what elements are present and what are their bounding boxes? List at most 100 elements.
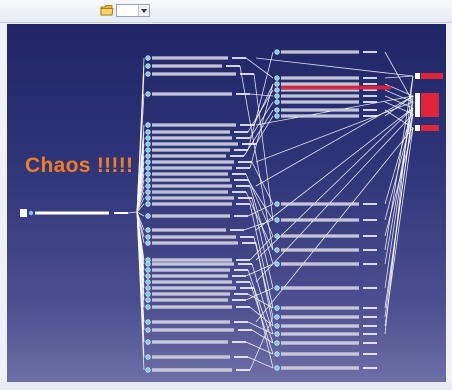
column-c-node[interactable] <box>415 99 439 105</box>
column-a-node[interactable] <box>145 159 252 165</box>
column-a-node[interactable] <box>145 261 252 267</box>
product-icon <box>145 261 151 267</box>
highlight-node-icon <box>415 105 420 111</box>
node-label-text <box>281 333 359 335</box>
node-tag <box>234 179 248 181</box>
column-c-node[interactable] <box>415 73 443 79</box>
column-a-node[interactable] <box>145 129 248 135</box>
node-tag <box>236 137 250 139</box>
node-label-bar <box>421 93 439 99</box>
graph-canvas[interactable]: Chaos !!!!! <box>7 24 446 382</box>
product-icon <box>145 171 151 177</box>
column-b-node[interactable] <box>274 49 377 55</box>
node-tag <box>363 316 377 318</box>
column-b-node[interactable] <box>274 107 377 113</box>
column-a-node[interactable] <box>145 319 248 325</box>
column-a-node[interactable] <box>145 135 250 141</box>
column-b-node[interactable] <box>274 93 377 99</box>
column-c-node[interactable] <box>415 111 439 117</box>
column-a-node[interactable] <box>145 291 248 297</box>
node-tag <box>234 131 248 133</box>
node-tag <box>363 325 377 327</box>
column-a-node[interactable] <box>145 177 248 183</box>
column-a-node[interactable] <box>145 63 240 69</box>
column-b-node[interactable] <box>274 340 377 346</box>
column-a-node[interactable] <box>145 339 246 345</box>
column-a-node[interactable] <box>145 171 246 177</box>
node-label-text <box>281 325 359 327</box>
column-a-node[interactable] <box>145 240 256 246</box>
column-a-node[interactable] <box>145 189 246 195</box>
column-b-node[interactable] <box>274 351 377 357</box>
column-b-node[interactable] <box>274 247 377 253</box>
column-a-node[interactable] <box>145 267 248 273</box>
column-b-node[interactable] <box>274 99 377 105</box>
column-a-node[interactable] <box>145 195 252 201</box>
node-label-text <box>152 73 236 75</box>
node-label-text <box>152 299 228 301</box>
column-a-node[interactable] <box>145 273 246 279</box>
node-tag <box>242 242 256 244</box>
column-b-node[interactable] <box>274 113 377 119</box>
node-label-text <box>152 236 236 238</box>
folder-icon[interactable] <box>100 3 114 17</box>
column-a-node[interactable] <box>145 367 250 373</box>
column-a-node[interactable] <box>145 201 250 207</box>
column-b-node[interactable] <box>274 285 377 291</box>
column-b-node[interactable] <box>274 201 377 207</box>
column-a-node[interactable] <box>145 122 254 128</box>
node-tag <box>363 287 377 289</box>
column-a-node[interactable] <box>145 234 254 240</box>
connector-line <box>243 109 274 157</box>
product-icon <box>274 261 280 267</box>
node-tag <box>240 287 254 289</box>
column-b-node[interactable] <box>274 314 377 320</box>
column-c-node[interactable] <box>415 125 439 131</box>
node-tag <box>363 235 377 237</box>
dropdown-arrow-icon[interactable] <box>138 5 149 16</box>
connector-line <box>247 51 274 151</box>
column-c-node[interactable] <box>415 105 439 111</box>
product-icon <box>145 91 151 97</box>
column-a-node[interactable] <box>145 304 250 310</box>
column-a-node[interactable] <box>145 71 254 77</box>
product-icon <box>145 165 151 171</box>
column-a-node[interactable] <box>145 285 254 291</box>
column-b-node[interactable] <box>274 261 377 267</box>
highlight-node-icon <box>415 111 420 117</box>
column-a-node[interactable] <box>145 165 250 171</box>
node-label-text <box>281 203 359 205</box>
node-label-text <box>281 219 359 221</box>
column-a-node[interactable] <box>145 153 244 159</box>
node-label-text <box>152 306 232 308</box>
column-a-node[interactable] <box>145 141 256 147</box>
node-label-bar <box>421 73 443 79</box>
column-b-node[interactable] <box>274 305 377 311</box>
column-b-node[interactable] <box>274 323 377 329</box>
column-a-node[interactable] <box>145 91 250 97</box>
column-a-node[interactable] <box>145 279 250 285</box>
chaos-annotation: Chaos !!!!! <box>25 154 134 177</box>
column-c-node[interactable] <box>415 93 439 99</box>
column-a-node[interactable] <box>145 183 250 189</box>
column-a-node[interactable] <box>145 354 248 360</box>
product-icon <box>274 75 280 81</box>
part-icon <box>20 209 27 217</box>
product-icon <box>145 55 151 61</box>
product-icon <box>145 339 151 345</box>
column-a-node[interactable] <box>145 213 248 219</box>
column-a-node[interactable] <box>145 227 244 233</box>
column-a-node[interactable] <box>145 55 246 61</box>
product-icon <box>28 210 34 216</box>
column-b-node[interactable] <box>274 217 377 223</box>
column-a-node[interactable] <box>145 297 246 303</box>
node-label-text <box>152 179 230 181</box>
column-a-node[interactable] <box>145 327 252 333</box>
column-b-node[interactable] <box>274 331 377 337</box>
column-a-node[interactable] <box>145 147 248 153</box>
column-b-node[interactable] <box>274 365 377 371</box>
column-a-node[interactable] <box>145 257 250 263</box>
column-b-node[interactable] <box>274 75 377 81</box>
view-combo[interactable] <box>116 4 150 17</box>
column-b-node[interactable] <box>274 233 377 239</box>
